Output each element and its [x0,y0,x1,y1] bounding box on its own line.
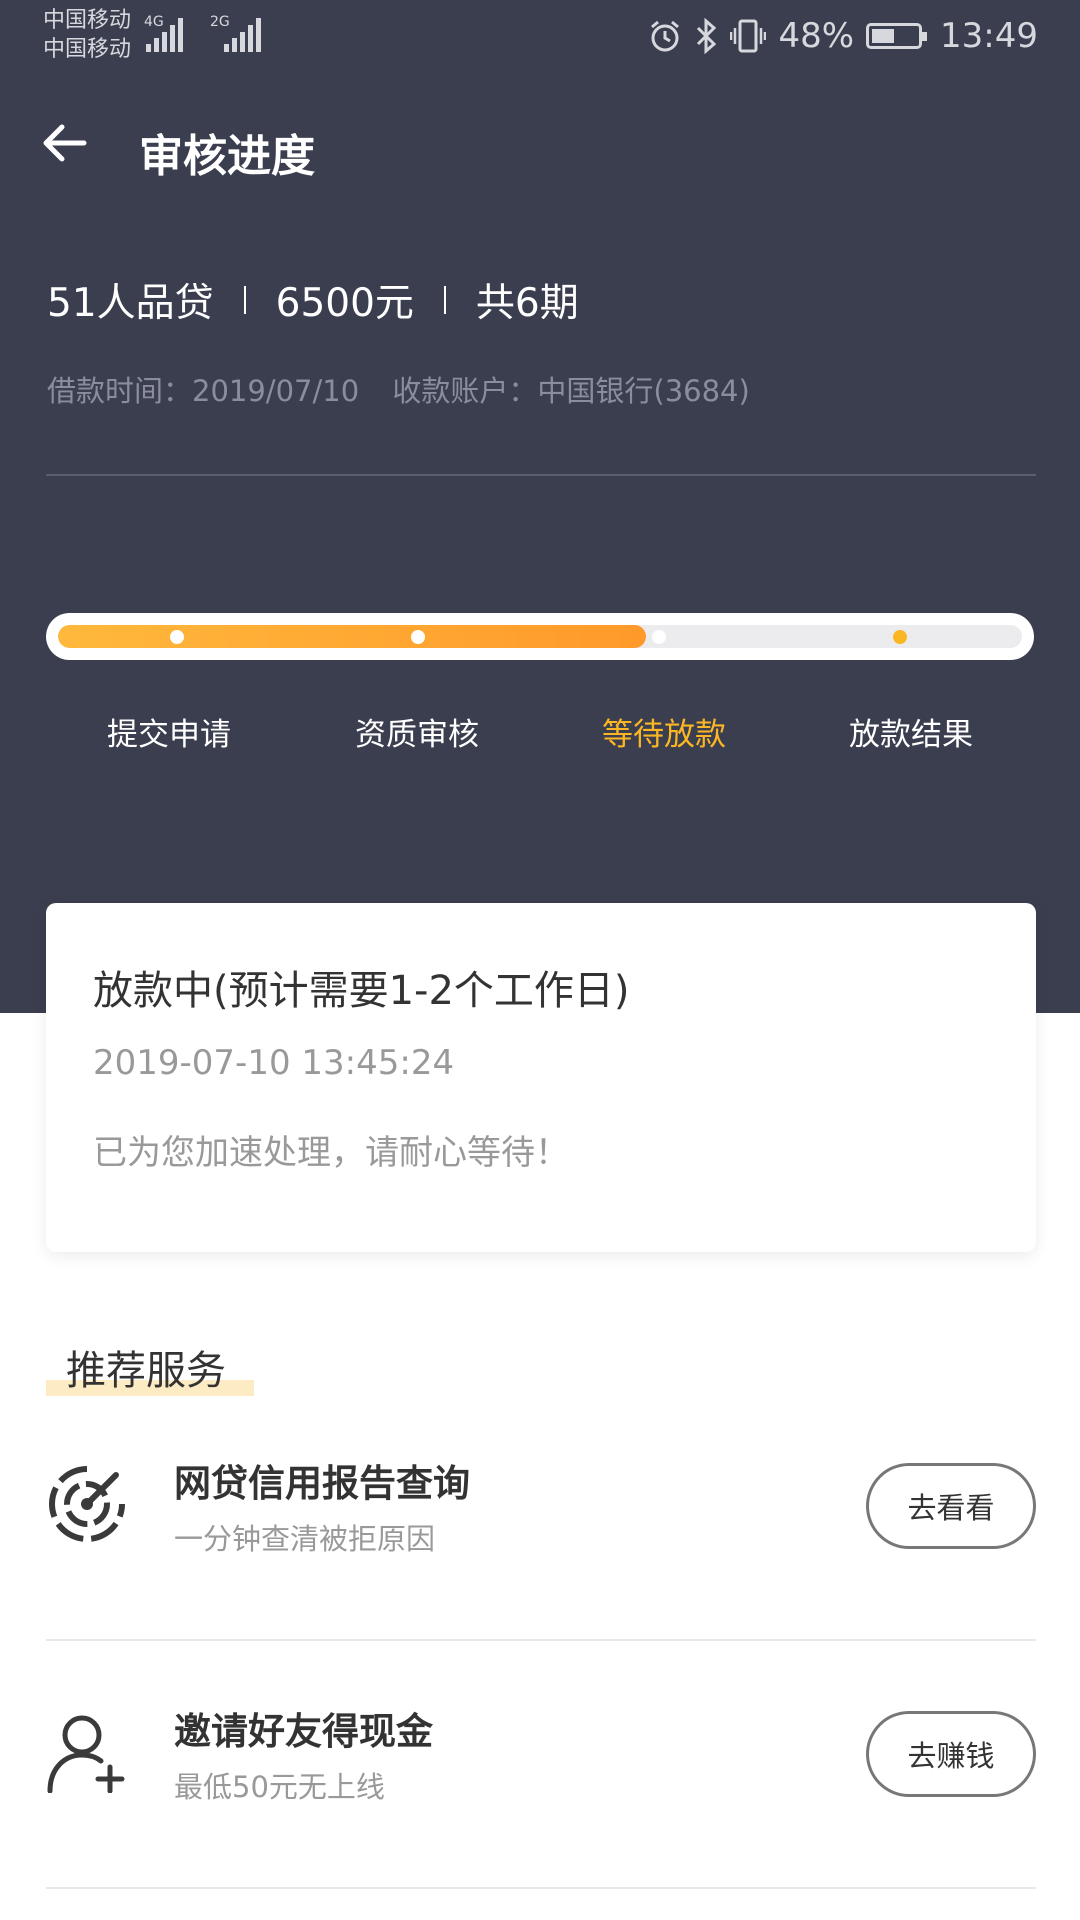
step-dot-4 [893,630,907,644]
loan-product: 51人品贷 [47,281,214,326]
section-title: 推荐服务 [66,1348,226,1394]
back-arrow-icon[interactable] [38,117,90,169]
status-bar: 中国移动 中国移动 4G 2G 48% 13:49 [0,0,1080,75]
add-user-icon [47,1715,125,1793]
step-dot-1 [170,630,184,644]
service-name: 网贷信用报告查询 [174,1462,470,1505]
progress-inner [58,625,1022,648]
separator [243,286,246,314]
page-title: 审核进度 [139,131,315,182]
step-result: 放款结果 [849,717,973,753]
step-submit: 提交申请 [107,717,231,753]
progress-track [46,613,1034,660]
step-review: 资质审核 [355,717,479,753]
status-title: 放款中(预计需要1-2个工作日) [93,968,630,1014]
divider [46,474,1036,476]
carrier-1: 中国移动 [43,8,132,33]
signal-4g-icon: 4G [144,14,183,52]
carrier-names: 中国移动 中国移动 [43,6,131,64]
carrier-2: 中国移动 [43,37,132,62]
bluetooth-icon [697,18,717,54]
status-card: 放款中(预计需要1-2个工作日) 2019-07-10 13:45:24 已为您… [46,903,1036,1252]
divider [46,1887,1036,1889]
status-right: 48% 13:49 [648,16,1038,56]
signal-2g-icon: 2G [210,14,261,52]
section-recommend: 推荐服务 [46,1338,254,1396]
step-waiting: 等待放款 [602,717,726,753]
battery-percent: 48% [778,16,855,56]
battery-icon [866,23,928,49]
service-name: 邀请好友得现金 [174,1710,433,1753]
progress-fill [58,625,647,648]
loan-meta: 借款时间：2019/07/10 收款账户：中国银行(3684) [47,368,750,410]
credit-radar-icon [49,1466,125,1542]
loan-amount: 6500元 [275,281,414,326]
service-desc: 最低50元无上线 [174,1770,385,1804]
vibrate-icon [730,19,767,53]
separator [443,286,446,314]
borrow-time: 借款时间：2019/07/10 [47,374,360,408]
status-time: 2019-07-10 13:45:24 [93,1043,455,1083]
loan-periods: 共6期 [475,281,579,326]
step-dot-2 [411,630,425,644]
service-row-invite[interactable]: 邀请好友得现金 最低50元无上线 去赚钱 [46,1641,1036,1889]
service-row-credit-report[interactable]: 网贷信用报告查询 一分钟查清被拒原因 去看看 [46,1393,1036,1641]
service-desc: 一分钟查清被拒原因 [174,1522,436,1556]
loan-summary: 51人品贷 6500元 共6期 [47,272,579,328]
step-dot-3 [652,630,666,644]
alarm-icon [651,20,680,52]
status-note: 已为您加速处理，请耐心等待！ [93,1133,569,1173]
view-button[interactable]: 去看看 [866,1463,1036,1549]
clock: 13:49 [940,16,1038,56]
earn-button[interactable]: 去赚钱 [866,1711,1036,1797]
receive-account: 收款账户：中国银行(3684) [392,374,750,408]
